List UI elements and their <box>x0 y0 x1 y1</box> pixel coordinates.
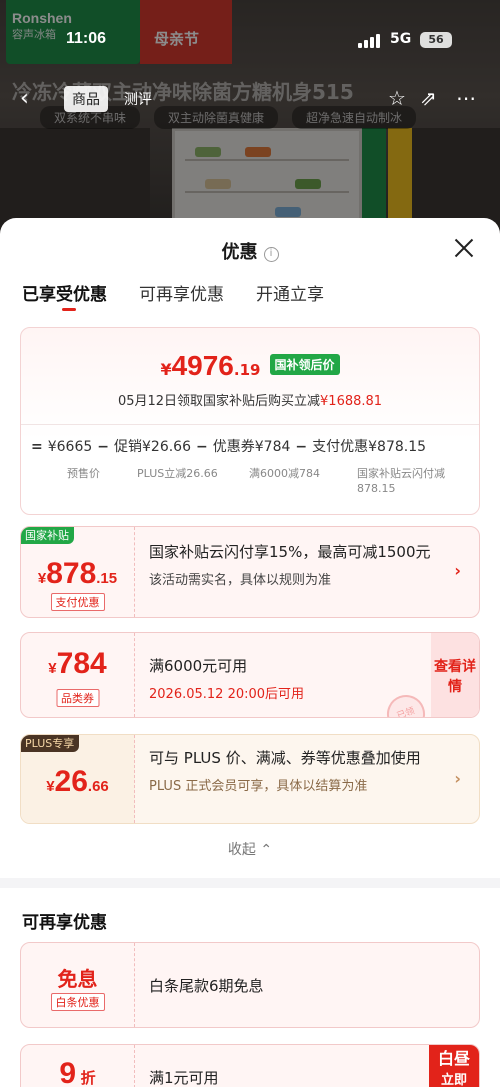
coupon-amount: ¥878.15 <box>21 557 134 591</box>
coupon-left: ¥784 品类券 <box>21 633 135 717</box>
discount-unit: 折 <box>80 1070 96 1087</box>
saving-description: 05月12日领取国家补贴后购买立减¥1688.81 <box>21 390 479 409</box>
favorite-star-icon[interactable]: ☆ <box>388 86 406 110</box>
equals-sign: = <box>31 439 43 455</box>
plus-corner-badge: PLUS专享 <box>21 735 80 752</box>
offer-amount: 9 折 <box>21 1057 134 1087</box>
promo-label: PLUS立减26.66 <box>137 467 218 480</box>
offer-body: 满1元可用 <box>149 1067 445 1087</box>
offer-main-text: 白条尾款6期免息 <box>149 977 264 995</box>
minus-sign: − <box>196 439 208 455</box>
coupon-body: 满6000元可用 2026.05.12 20:00后可用 <box>149 655 419 702</box>
discount-value: 9 <box>59 1057 77 1087</box>
currency-symbol: ¥ <box>46 778 55 795</box>
chevron-right-icon[interactable]: › <box>454 769 461 788</box>
coupon-label: 满6000减784 <box>249 467 320 480</box>
sheet-title: 优惠 i <box>0 238 500 264</box>
presale-price: ¥6665 <box>47 439 93 455</box>
offer-left: 免息 白条优惠 <box>21 943 135 1027</box>
coupon-plus[interactable]: ¥26.66 PLUS专享 可与 PLUS 价、满减、券等优惠叠加使用 PLUS… <box>20 734 480 824</box>
price-summary-card: ¥4976.19 国补领后价 05月12日领取国家补贴后购买立减¥1688.81… <box>20 327 480 515</box>
section-divider <box>0 878 500 888</box>
close-button[interactable] <box>452 236 476 260</box>
amount-decimal: .15 <box>96 570 118 587</box>
discount-sheet: 优惠 i 已享受优惠 可再享优惠 开通立享 ¥4976.19 国补领后价 05月1… <box>0 218 500 1087</box>
offer-type-tag: 白条优惠 <box>50 993 105 1011</box>
coupon-sub-text: PLUS 正式会员可享，具体以结算为准 <box>149 779 368 794</box>
corner-badge: 国家补贴 <box>21 527 74 544</box>
nav-tab-product[interactable]: 商品 <box>64 86 108 112</box>
offer-main-text: 满1元可用 <box>149 1069 219 1087</box>
collapse-label: 收起 <box>227 842 256 858</box>
coupon-amount: 优惠券¥784 <box>212 439 291 455</box>
coupon-body: 国家补贴云闪付享15%，最高可减1500元 该活动需实名，具体以规则为准 <box>149 541 445 588</box>
coupon-sub-text: 该活动需实名，具体以规则为准 <box>149 573 332 588</box>
view-details-button[interactable]: 查看详情 <box>431 633 479 717</box>
section-title-more: 可再享优惠 <box>22 913 107 933</box>
subsidy-price-badge: 国补领后价 <box>269 354 340 375</box>
product-nav: ‹ 商品 测评 ☆ ⇗ ⋯ <box>0 82 500 114</box>
minus-sign: − <box>97 439 110 455</box>
offer-left: 9 折 <box>21 1045 135 1087</box>
currency-symbol: ¥ <box>37 570 47 587</box>
saving-description-text: 05月12日领取国家补贴后购买立减 <box>117 394 321 409</box>
currency-symbol: ¥ <box>48 660 57 677</box>
presale-label: 预售价 <box>67 467 100 480</box>
status-time: 11:06 <box>66 30 107 47</box>
share-icon[interactable]: ⇗ <box>420 86 437 110</box>
sheet-header: 优惠 i <box>0 218 500 274</box>
offer-interest-free[interactable]: 免息 白条优惠 白条尾款6期免息 <box>20 942 480 1028</box>
coupon-amount: ¥26.66 <box>21 765 134 799</box>
amount-decimal: .66 <box>87 778 109 795</box>
back-arrow-icon[interactable]: ‹ <box>20 86 29 111</box>
nav-tab-review[interactable]: 测评 <box>124 89 152 109</box>
claim-now-button[interactable]: 白昼 立即 <box>429 1045 479 1087</box>
claim-label-bottom: 立即 <box>440 1073 467 1087</box>
coupon-main-text: 可与 PLUS 价、满减、券等优惠叠加使用 <box>149 749 421 767</box>
chevron-up-icon: ⌃ <box>260 842 273 858</box>
amount-integer: 26 <box>54 765 88 798</box>
chevron-right-icon[interactable]: › <box>454 561 461 580</box>
discount-tabs: 已享受优惠 可再享优惠 开通立享 <box>0 274 500 328</box>
final-price-decimal: .19 <box>233 361 261 379</box>
amount-integer: 784 <box>56 647 107 680</box>
coupon-type-tag: 品类券 <box>56 689 99 707</box>
coupon-national-subsidy[interactable]: ¥878.15 支付优惠 国家补贴 国家补贴云闪付享15%，最高可减1500元 … <box>20 526 480 618</box>
promo-amount: 促销¥26.66 <box>114 439 192 455</box>
offer-amount: 免息 <box>57 969 98 991</box>
coupon-amount: ¥784 <box>21 647 134 681</box>
price-breakdown: = ¥6665 − 促销¥26.66 − 优惠券¥784 − 支付优惠¥878.… <box>31 436 473 495</box>
collapse-button[interactable]: 收起 ⌃ <box>0 839 500 859</box>
tab-enjoyed[interactable]: 已享受优惠 <box>22 280 107 334</box>
currency-symbol: ¥ <box>160 360 172 379</box>
claim-label-top: 白昼 <box>437 1049 470 1068</box>
signal-icon <box>358 34 380 48</box>
payment-label: 国家补贴云闪付减878.15 <box>357 467 445 495</box>
info-icon[interactable]: i <box>263 247 279 262</box>
offer-body: 白条尾款6期免息 <box>149 975 445 997</box>
divider <box>21 424 479 425</box>
offer-discount[interactable]: 9 折 满1元可用 白昼 立即 <box>20 1044 480 1087</box>
coupon-category[interactable]: ¥784 品类券 满6000元可用 2026.05.12 20:00后可用 已领… <box>20 632 480 718</box>
more-dots-icon[interactable]: ⋯ <box>456 86 476 110</box>
network-type: 5G <box>390 31 412 47</box>
coupon-validity: 2026.05.12 20:00后可用 <box>149 687 305 702</box>
status-bar: 11:06 5G 56 <box>0 0 500 60</box>
payment-discount: 支付优惠¥878.15 <box>312 439 427 455</box>
coupon-body: 可与 PLUS 价、满减、券等优惠叠加使用 PLUS 正式会员可享，具体以结算为… <box>149 747 445 794</box>
saving-amount: ¥1688.81 <box>320 394 383 409</box>
tab-activate[interactable]: 开通立享 <box>256 280 324 334</box>
coupon-type-tag: 支付优惠 <box>50 593 105 611</box>
battery-icon: 56 <box>420 32 452 48</box>
coupon-main-text: 国家补贴云闪付享15%，最高可减1500元 <box>149 543 431 561</box>
minus-sign: − <box>295 439 308 455</box>
tab-more-available[interactable]: 可再享优惠 <box>139 280 224 334</box>
sheet-title-text: 优惠 <box>221 242 258 263</box>
final-price: ¥4976.19 国补领后价 <box>21 350 479 382</box>
final-price-integer: 4976 <box>171 350 234 381</box>
coupon-main-text: 满6000元可用 <box>149 657 248 675</box>
amount-integer: 878 <box>46 557 97 590</box>
